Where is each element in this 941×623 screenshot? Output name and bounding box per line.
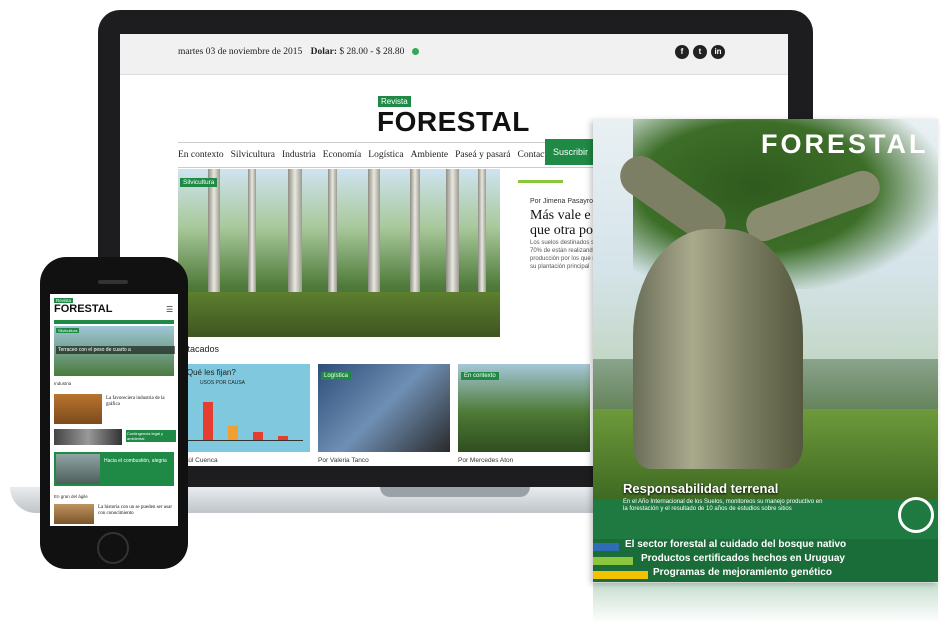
card-tag: Logística [321, 372, 352, 380]
phone-nav-bar [54, 320, 174, 324]
article-title-line1: Más vale e [530, 208, 591, 223]
facebook-icon[interactable]: f [675, 45, 689, 59]
nav-item-industria[interactable]: Industria [282, 150, 316, 160]
phone-hero-caption[interactable]: Terraceo con el peso de cuarto a [56, 346, 175, 354]
tree-image [633, 229, 803, 469]
magazine-title: FORESTAL [761, 129, 929, 159]
card-chart-title: ¿Qué les fijan? [182, 368, 236, 377]
article-title-line2: que otra po [530, 223, 593, 238]
magazine-headline: Responsabilidad terrenal [623, 481, 779, 496]
date-text: martes 03 de noviembre de 2015 [178, 47, 303, 57]
status-dot-icon [411, 48, 419, 56]
top-bar: martes 03 de noviembre de 2015 Dolar: $ … [120, 34, 788, 75]
magazine-cover: FORESTAL Responsabilidad terrenal En el … [593, 119, 938, 582]
magazine-line-3: Programas de mejoramiento genético [653, 567, 832, 578]
phone-section-industria: Industria [54, 381, 72, 386]
magazine-line-1: El sector forestal al cuidado del bosque… [625, 539, 847, 550]
twitter-icon[interactable]: t [693, 45, 707, 59]
phone-story-image[interactable] [54, 394, 102, 424]
logo-forestal[interactable]: FORESTAL [377, 106, 530, 138]
nav-item-ambiente[interactable]: Ambiente [411, 150, 448, 160]
card-en-contexto[interactable]: En contexto [458, 364, 590, 452]
phone-hero-tag: Silvicultura [56, 328, 80, 333]
home-button[interactable] [97, 532, 129, 564]
nav-item-economia[interactable]: Economía [323, 150, 362, 160]
phone-logo-forestal[interactable]: FORESTAL [54, 303, 112, 315]
card-chart-subtitle: USOS POR CAUSA [200, 380, 246, 386]
hero-tag[interactable]: Silvicultura [180, 178, 218, 187]
card-logistica[interactable]: Logística [318, 364, 450, 452]
magazine-reflection [593, 583, 938, 623]
dolar-value: $ 28.00 - $ 28.80 [339, 47, 405, 57]
linkedin-icon[interactable]: in [711, 45, 725, 59]
phone-screen: Revista FORESTAL ☰ Silvicultura Terraceo… [50, 294, 178, 526]
phone-story-image[interactable] [54, 429, 122, 445]
article-title[interactable]: Más vale e que otra po [530, 208, 593, 238]
dolar-label: Dolar: [310, 47, 338, 57]
nav-item-en-contexto[interactable]: En contexto [178, 150, 224, 160]
phone-story-image[interactable] [54, 504, 94, 524]
magazine-line-2: Productos certificados hechos en Uruguay [641, 553, 845, 564]
date-and-dollar: martes 03 de noviembre de 2015 Dolar: $ … [178, 47, 419, 57]
phone-story-title[interactable]: Hacia el combustión, alegria [104, 458, 174, 464]
card-tag: En contexto [461, 372, 499, 380]
phone-speaker [98, 280, 128, 284]
laptop-notch [380, 487, 530, 497]
magazine-lines: El sector forestal al cuidado del bosque… [593, 539, 938, 582]
nav-item-silvicultura[interactable]: Silvicultura [231, 150, 275, 160]
phone-section-2: En gran del ágile [54, 494, 88, 499]
nav-item-pasea[interactable]: Paseá y pasará [455, 150, 510, 160]
article-accent-line [518, 180, 563, 183]
nav-item-logistica[interactable]: Logística [368, 150, 403, 160]
phone-story-title[interactable]: La favoreciera industria de la gráfica [106, 396, 174, 408]
card-byline: Por Valeria Tanco [318, 457, 369, 464]
card-chart[interactable]: ¿Qué les fijan? USOS POR CAUSA [178, 364, 310, 452]
magazine-headline-text: En el Año Internacional de los Suelos, m… [623, 499, 823, 512]
article-author: Por Jimena Pasayro [530, 198, 594, 205]
phone-story-image[interactable] [56, 454, 100, 484]
card-byline: Por Mercedes Aton [458, 457, 514, 464]
hero-image[interactable] [178, 169, 500, 337]
phone-story-title[interactable]: Contingencia legal y ambiental [126, 430, 176, 442]
menu-icon[interactable]: ☰ [166, 305, 173, 314]
seal-icon [898, 497, 934, 533]
phone-story-title[interactable]: La historia con un se pueden ser usar co… [98, 505, 174, 517]
